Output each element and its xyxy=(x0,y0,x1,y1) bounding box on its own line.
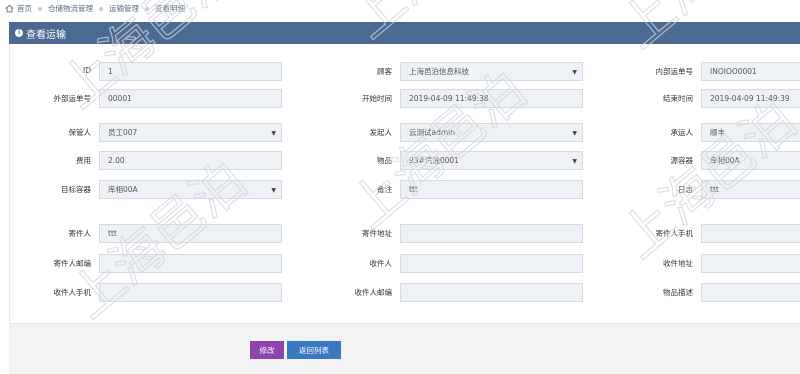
field-value: 库相00A xyxy=(108,185,138,194)
field-value: 1 xyxy=(108,67,113,76)
field-value: 93#汽油0001 xyxy=(409,156,459,165)
field-label: 发起人 xyxy=(369,128,393,137)
form-row: ID 1 顾客 上海邑泊信息科技 ▼ 内部运单号 INOIOO0001 xyxy=(10,62,800,82)
field-value: 2019-04-09 11:49:38 xyxy=(409,94,489,103)
field-label: ID xyxy=(83,66,91,75)
select-field[interactable]: 93#汽油0001 ▼ xyxy=(400,151,583,170)
text-field[interactable] xyxy=(400,224,583,243)
field-label: 物品 xyxy=(377,156,392,165)
field-label: 备注 xyxy=(377,185,392,194)
caret-down-icon: ▼ xyxy=(271,130,276,137)
field-label: 日志 xyxy=(678,185,693,194)
select-field[interactable]: 库相00A ▼ xyxy=(99,180,282,199)
field-label: 顾客 xyxy=(377,67,392,76)
caret-down-icon: ▼ xyxy=(572,158,577,165)
breadcrumb-separator xyxy=(145,6,149,11)
field-label: 承运人 xyxy=(670,128,694,137)
field-label: 内部运单号 xyxy=(655,67,694,76)
form-row: 保管人 员工007 ▼ 发起人 云测试admin ▼ 承运人 顺丰 xyxy=(10,123,800,143)
select-field[interactable]: 云测试admin ▼ xyxy=(400,123,583,142)
field-label: 寄件人邮编 xyxy=(53,259,92,268)
breadcrumb: 首页 仓储物流管理 运输管理 查看明细 xyxy=(0,0,800,17)
form-row: 外部运单号 00001 开始时间 2019-04-09 11:49:38 结束时间 201… xyxy=(10,89,800,109)
text-field[interactable] xyxy=(400,283,583,302)
text-field[interactable] xyxy=(701,283,800,302)
form-footer xyxy=(9,323,800,374)
text-field[interactable]: 1 xyxy=(99,62,282,81)
text-field[interactable] xyxy=(400,254,583,273)
field-value: 员工007 xyxy=(108,128,138,137)
home-icon xyxy=(5,4,14,13)
field-label: 结束时间 xyxy=(663,94,693,103)
breadcrumb-home[interactable]: 首页 xyxy=(5,3,32,14)
caret-down-icon: ▼ xyxy=(572,130,577,137)
text-field[interactable]: INOIOO0001 xyxy=(701,62,800,81)
field-label: 目标容器 xyxy=(61,185,91,194)
field-label: 寄件人 xyxy=(68,229,92,238)
text-field[interactable] xyxy=(701,224,800,243)
field-label: 寄件地址 xyxy=(362,229,392,238)
text-field[interactable]: 库相00A xyxy=(701,151,800,170)
text-field[interactable]: 00001 xyxy=(99,89,282,108)
field-value: 00001 xyxy=(108,94,132,103)
form-row: 寄件人 ttt 寄件地址 寄件人手机 xyxy=(10,224,800,244)
text-field[interactable]: 顺丰 xyxy=(701,123,800,142)
breadcrumb-item-home: 首页 xyxy=(17,4,32,13)
back-to-list-button[interactable]: 返回列表 xyxy=(287,341,341,359)
field-label: 费用 xyxy=(76,156,91,165)
field-value: ttt xyxy=(710,185,719,194)
form-row: 收件人手机 收件人邮编 物品描述 xyxy=(10,283,800,303)
breadcrumb-item-detail: 查看明细 xyxy=(155,4,185,13)
field-value: 2019-04-09 11:49:39 xyxy=(710,94,790,103)
form-panel: ID 1 顾客 上海邑泊信息科技 ▼ 内部运单号 INOIOO0001 外部运单号 00001 开… xyxy=(9,44,800,323)
text-field[interactable] xyxy=(99,254,282,273)
field-value: INOIOO0001 xyxy=(710,67,757,76)
field-value: 云测试admin xyxy=(409,128,455,137)
field-label: 收件人邮编 xyxy=(354,288,393,297)
caret-down-icon: ▼ xyxy=(572,69,577,76)
text-field[interactable] xyxy=(701,254,800,273)
text-field[interactable]: 2019-04-09 11:49:38 xyxy=(400,89,583,108)
field-label: 保管人 xyxy=(68,128,92,137)
field-label: 收件人手机 xyxy=(53,288,92,297)
field-value: 顺丰 xyxy=(710,128,725,137)
field-value: ttt xyxy=(409,185,418,194)
field-label: 物品描述 xyxy=(663,288,693,297)
field-label: 外部运单号 xyxy=(53,94,92,103)
breadcrumb-item-warehouse[interactable]: 仓储物流管理 xyxy=(48,3,93,14)
breadcrumb-item-transport[interactable]: 运输管理 xyxy=(109,3,139,14)
field-value: 库相00A xyxy=(710,156,740,165)
breadcrumb-separator xyxy=(99,6,103,11)
field-value: ttt xyxy=(108,229,117,238)
text-field[interactable] xyxy=(99,283,282,302)
panel-title: 查看运输 xyxy=(26,29,66,41)
field-label: 源容器 xyxy=(670,156,694,165)
text-field[interactable]: ttt xyxy=(701,180,800,199)
field-value: 2.00 xyxy=(108,156,125,165)
breadcrumb-separator xyxy=(38,6,42,11)
form-row: 目标容器 库相00A ▼ 备注 ttt 日志 ttt xyxy=(10,180,800,200)
field-label: 开始时间 xyxy=(362,94,392,103)
text-field[interactable]: ttt xyxy=(99,224,282,243)
field-label: 寄件人手机 xyxy=(655,229,694,238)
form-row: 费用 2.00 物品 93#汽油0001 ▼ 源容器 库相00A xyxy=(10,151,800,171)
info-circle-icon: i xyxy=(15,29,23,37)
field-value: 上海邑泊信息科技 xyxy=(409,67,469,76)
select-field[interactable]: 员工007 ▼ xyxy=(99,123,282,142)
field-label: 收件人 xyxy=(369,259,393,268)
form-row: 寄件人邮编 收件人 收件地址 xyxy=(10,254,800,274)
text-field[interactable]: 2019-04-09 11:49:39 xyxy=(701,89,800,108)
caret-down-icon: ▼ xyxy=(271,187,276,194)
edit-button[interactable]: 修改 xyxy=(250,341,284,359)
panel-header: i 查看运输 xyxy=(9,22,800,44)
text-field[interactable]: ttt xyxy=(400,180,583,199)
field-label: 收件地址 xyxy=(663,259,693,268)
text-field[interactable]: 2.00 xyxy=(99,151,282,170)
select-field[interactable]: 上海邑泊信息科技 ▼ xyxy=(400,62,583,81)
